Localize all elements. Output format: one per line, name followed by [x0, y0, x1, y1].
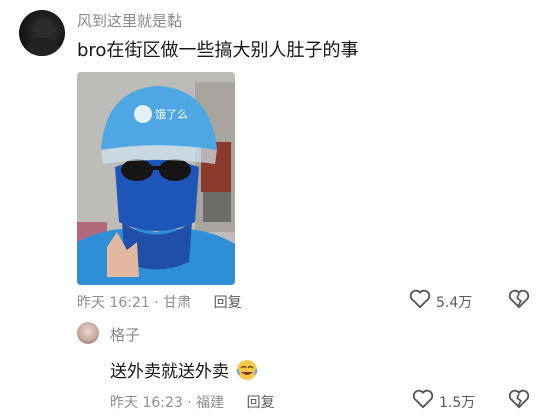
comment-photo[interactable]: 饿了么: [77, 72, 235, 285]
comment-time: 昨天 16:21: [77, 295, 150, 311]
avatar[interactable]: [19, 10, 65, 56]
reply-text: 送外卖就送外卖: [110, 357, 258, 382]
broken-heart-icon: [508, 389, 530, 409]
reply-text-content: 送外卖就送外卖: [110, 362, 229, 382]
like-count: 5.4万: [436, 295, 473, 311]
svg-text:饿了么: 饿了么: [155, 107, 188, 121]
reply-like-count: 1.5万: [439, 395, 476, 411]
laughing-crying-emoji-icon: [236, 359, 258, 381]
comment-username[interactable]: 风到这里就是黏: [77, 10, 182, 31]
separator-dot: ·: [154, 295, 159, 311]
reply-username[interactable]: 格子: [110, 324, 140, 345]
like-button[interactable]: [409, 289, 431, 309]
heart-icon: [412, 389, 434, 409]
reply-like-button[interactable]: [412, 389, 434, 409]
reply-dislike-button[interactable]: [508, 389, 530, 409]
dislike-button[interactable]: [508, 289, 530, 309]
photo-delivery-rider-helmet: 饿了么: [77, 72, 235, 285]
reply-button[interactable]: 回复: [214, 295, 242, 311]
separator-dot: ·: [187, 395, 192, 411]
comment-meta: 昨天 16:21 · 甘肃 回复: [77, 292, 242, 312]
reply-location: 福建: [196, 395, 225, 411]
heart-icon: [409, 289, 431, 309]
comment-location: 甘肃: [163, 295, 192, 311]
reply-avatar[interactable]: [77, 322, 99, 344]
broken-heart-icon: [508, 289, 530, 309]
comment-text: bro在街区做一些搞大别人肚子的事: [77, 40, 359, 61]
reply-meta: 昨天 16:23 · 福建 回复: [110, 392, 275, 412]
reply-time: 昨天 16:23: [110, 395, 183, 411]
reply-reply-button[interactable]: 回复: [247, 395, 275, 411]
